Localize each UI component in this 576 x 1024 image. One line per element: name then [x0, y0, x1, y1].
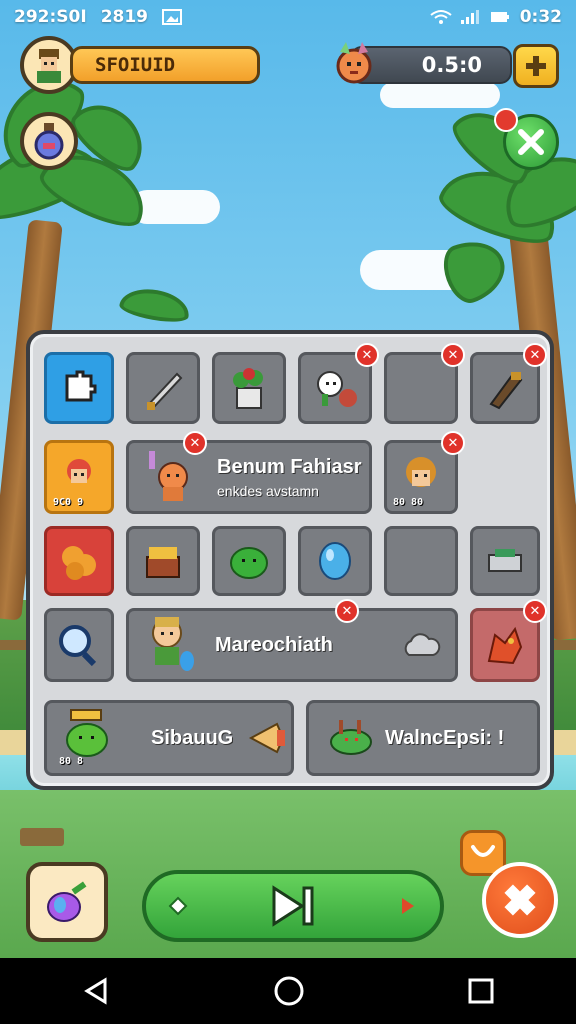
status-bar: 292:S0I 2819 0:32 [0, 0, 576, 34]
back-icon[interactable] [81, 976, 111, 1006]
inventory-slot-crystal[interactable] [298, 526, 372, 596]
action-icon [504, 884, 536, 916]
item-subtitle: enkdes avstamn [217, 482, 319, 499]
inventory-slot-puzzle[interactable] [44, 352, 114, 424]
bag-button[interactable] [26, 862, 108, 942]
battery-icon [490, 9, 510, 25]
dragon-icon [487, 626, 523, 665]
inventory-slot-fruit[interactable] [44, 526, 114, 596]
player-name: SFOIUID [95, 54, 176, 76]
badge-remove-icon[interactable]: ✕ [441, 343, 465, 367]
badge-remove-icon[interactable]: ✕ [441, 431, 465, 455]
status-clock: 0:32 [519, 7, 562, 27]
fruit-icon [62, 546, 96, 580]
inventory-slot-walncepsi[interactable]: WalncEpsi: ! [306, 700, 540, 776]
play-control-bar[interactable] [142, 870, 444, 942]
avatar-icon [37, 49, 61, 83]
inventory-slot-hero[interactable]: 9C0 9 [44, 440, 114, 514]
frog-tag: 80 8 [59, 756, 84, 767]
hero-icon [67, 459, 91, 483]
notification-badge [494, 108, 518, 132]
hero-tag: 9C0 9 [53, 497, 84, 508]
inventory-slot-plant[interactable] [212, 352, 286, 424]
potion-button[interactable] [20, 112, 78, 170]
badge-remove-icon[interactable]: ✕ [335, 599, 359, 623]
item-title: SibauuG [151, 726, 234, 749]
status-time-secondary: 2819 [100, 7, 149, 27]
badge-remove-icon[interactable]: ✕ [355, 343, 379, 367]
adventurer-icon [152, 617, 194, 671]
signal-icon [460, 9, 480, 25]
badge-remove-icon[interactable]: ✕ [523, 343, 547, 367]
ground-sign [20, 828, 64, 846]
bag-icon [47, 881, 87, 922]
horn-icon [249, 722, 286, 754]
inventory-panel: ✕ ✕ ✕ 9C0 9 Benum Fahiasr enkdes avstamn… [26, 330, 554, 790]
player-name-bar: SFOIUID [70, 46, 260, 84]
sword-icon [147, 372, 183, 410]
home-icon[interactable] [273, 975, 305, 1007]
machine-icon [488, 549, 522, 572]
inventory-slot-mareochiath[interactable]: Mareochiath ✕ [126, 599, 458, 682]
badge-remove-icon[interactable]: ✕ [523, 599, 547, 623]
item-title: Mareochiath [215, 633, 333, 656]
magnifier-icon [59, 625, 97, 667]
inventory-slot-empty-1[interactable]: ✕ [384, 343, 465, 424]
girl-tag: 80 80 [393, 497, 424, 508]
plant-pot-icon [233, 368, 263, 409]
potion-icon [34, 123, 64, 160]
inventory-slot-girl[interactable]: 80 80 ✕ [384, 431, 465, 514]
beetle-icon [330, 720, 372, 755]
inventory-slot-chest[interactable] [126, 526, 200, 596]
treasure-chest-icon [146, 547, 180, 578]
inventory-slot-magnifier[interactable] [44, 608, 114, 682]
diamond-icon [168, 896, 188, 916]
inventory-slot-sword[interactable] [126, 352, 200, 424]
plus-icon [526, 56, 546, 76]
arrow-right-icon [402, 898, 414, 914]
inventory-slot-printer[interactable] [470, 526, 540, 596]
inventory-slot-creatures[interactable]: ✕ [298, 343, 379, 424]
fox-creature-icon [149, 451, 188, 501]
inventory-slot-slime[interactable] [212, 526, 286, 596]
item-title: Benum Fahiasr [217, 455, 362, 478]
recents-icon[interactable] [467, 977, 495, 1005]
cloud-icon [404, 633, 441, 656]
add-time-button[interactable] [513, 44, 559, 88]
inventory-slot-club[interactable]: ✕ [470, 343, 547, 424]
status-time: 292:S0I [14, 7, 87, 27]
inventory-slot-benum[interactable]: Benum Fahiasr enkdes avstamn ✕ [126, 431, 372, 514]
image-icon [162, 9, 183, 25]
item-title: WalncEpsi: ! [385, 726, 505, 749]
puzzle-icon [65, 370, 97, 402]
system-nav-bar [0, 958, 576, 1024]
club-icon [489, 372, 523, 410]
slime-icon [230, 547, 268, 579]
badge-remove-icon[interactable]: ✕ [183, 431, 207, 455]
hand-icon [471, 845, 495, 857]
inventory-slot-dragon[interactable]: ✕ [470, 599, 547, 682]
inventory-slot-sibauug[interactable]: 80 8 SibauuG [44, 700, 294, 776]
crystal-icon [319, 542, 351, 580]
timer-value: 0.5:0 [421, 53, 482, 77]
girl-icon [406, 457, 436, 487]
action-button[interactable] [482, 862, 558, 938]
close-icon [518, 129, 544, 155]
play-icon[interactable] [270, 884, 316, 928]
pet-icon [328, 38, 380, 90]
creature-icon [317, 371, 357, 407]
inventory-slot-empty-2[interactable] [384, 526, 458, 596]
wifi-icon [430, 9, 452, 25]
